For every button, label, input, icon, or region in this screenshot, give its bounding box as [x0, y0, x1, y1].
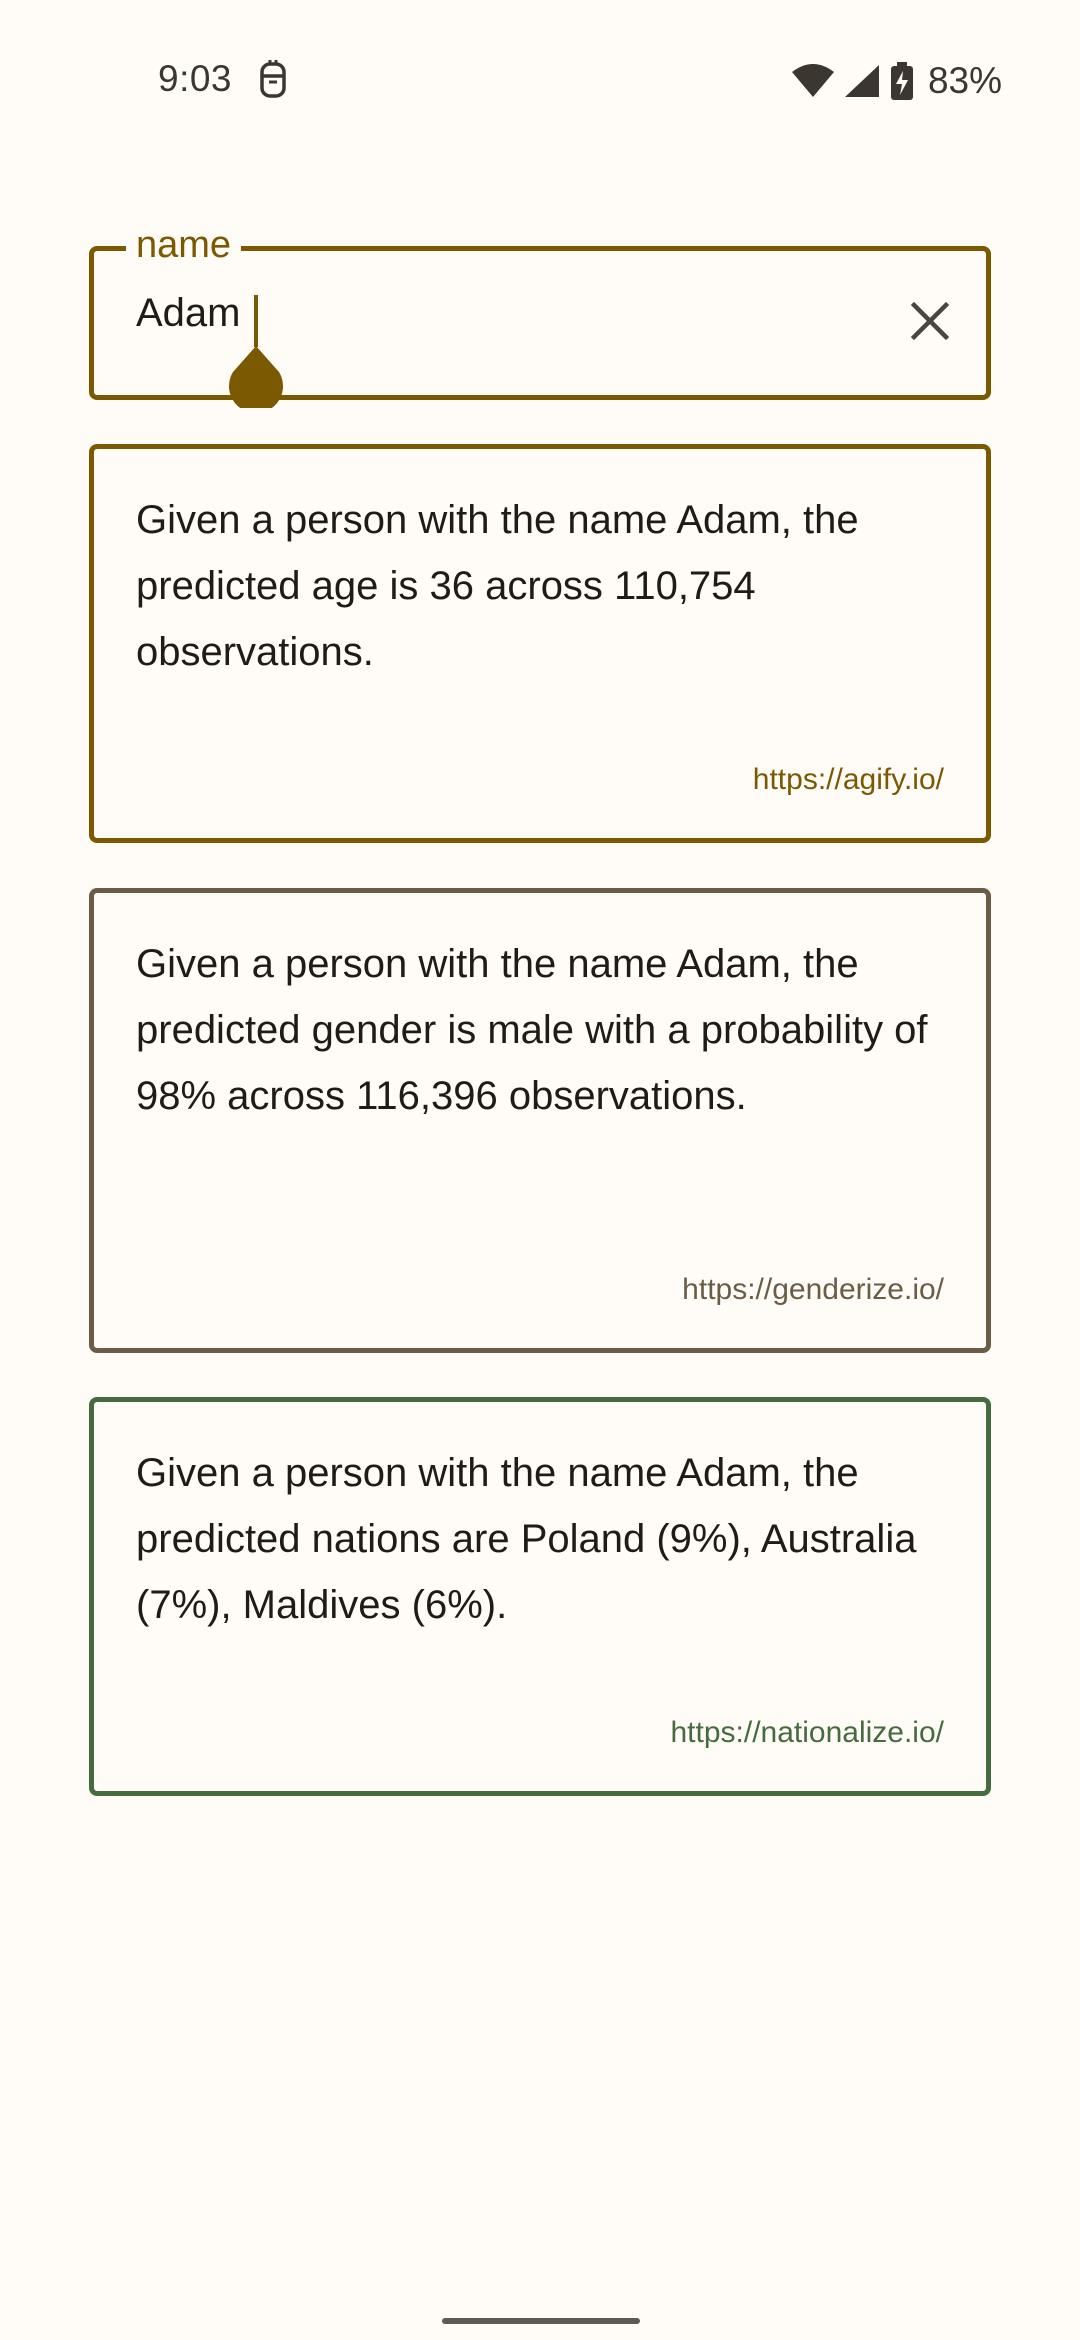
- text-cursor: [254, 295, 258, 347]
- battery-percentage: 83%: [927, 60, 1002, 101]
- gender-prediction-text: Given a person with the name Adam, the p…: [136, 942, 928, 1118]
- gender-prediction-card: Given a person with the name Adam, the p…: [89, 888, 991, 1353]
- wifi-icon: [791, 64, 834, 98]
- status-bar: 9:03 83%: [0, 0, 1080, 165]
- name-input[interactable]: Adam: [136, 287, 241, 339]
- gesture-navigation-bar[interactable]: [442, 2318, 640, 2324]
- age-prediction-text: Given a person with the name Adam, the p…: [136, 498, 859, 674]
- status-time: 9:03: [158, 58, 233, 99]
- close-icon: [910, 301, 950, 346]
- agify-link[interactable]: https://agify.io/: [753, 763, 944, 797]
- genderize-link[interactable]: https://genderize.io/: [682, 1273, 944, 1307]
- signal-icon: [844, 64, 880, 98]
- name-input-field[interactable]: name Adam: [89, 221, 991, 414]
- age-prediction-card: Given a person with the name Adam, the p…: [89, 444, 991, 843]
- nationality-prediction-text: Given a person with the name Adam, the p…: [136, 1451, 917, 1627]
- nationalize-link[interactable]: https://nationalize.io/: [670, 1716, 944, 1750]
- status-icons: 83%: [791, 58, 1002, 104]
- name-field-label: name: [126, 221, 242, 269]
- battery-charging-icon: [890, 62, 914, 100]
- cursor-handle-icon[interactable]: [227, 346, 285, 414]
- notification-icon: [258, 60, 288, 100]
- clear-button[interactable]: [902, 295, 958, 351]
- nationality-prediction-card: Given a person with the name Adam, the p…: [89, 1397, 991, 1796]
